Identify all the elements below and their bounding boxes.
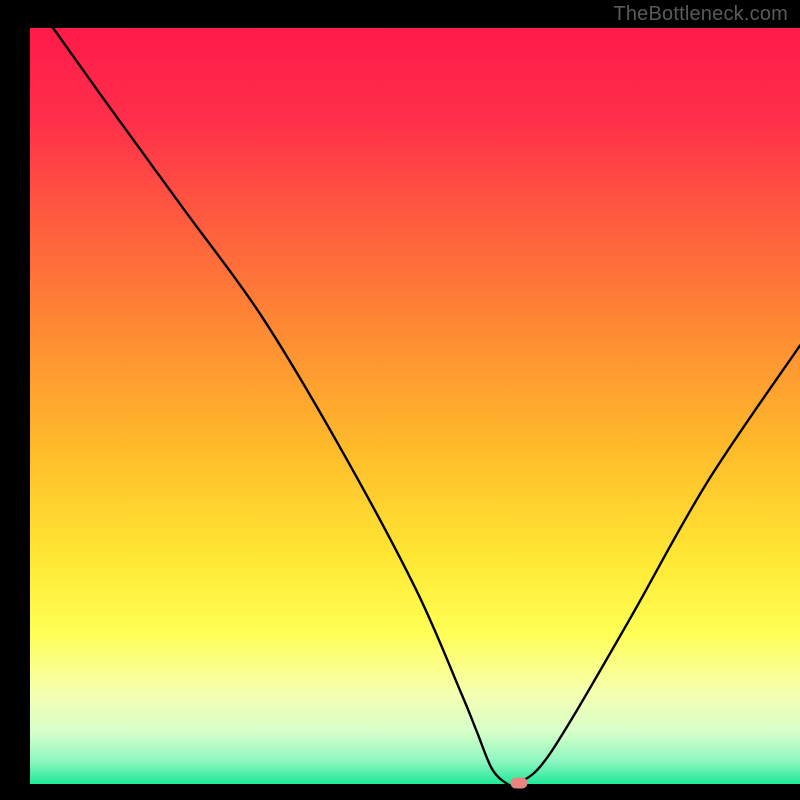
plot-background bbox=[30, 28, 800, 784]
optimal-marker bbox=[510, 778, 527, 789]
watermark-text: TheBottleneck.com bbox=[613, 3, 788, 26]
chart-container: TheBottleneck.com bbox=[0, 0, 800, 800]
bottleneck-chart bbox=[0, 0, 800, 800]
